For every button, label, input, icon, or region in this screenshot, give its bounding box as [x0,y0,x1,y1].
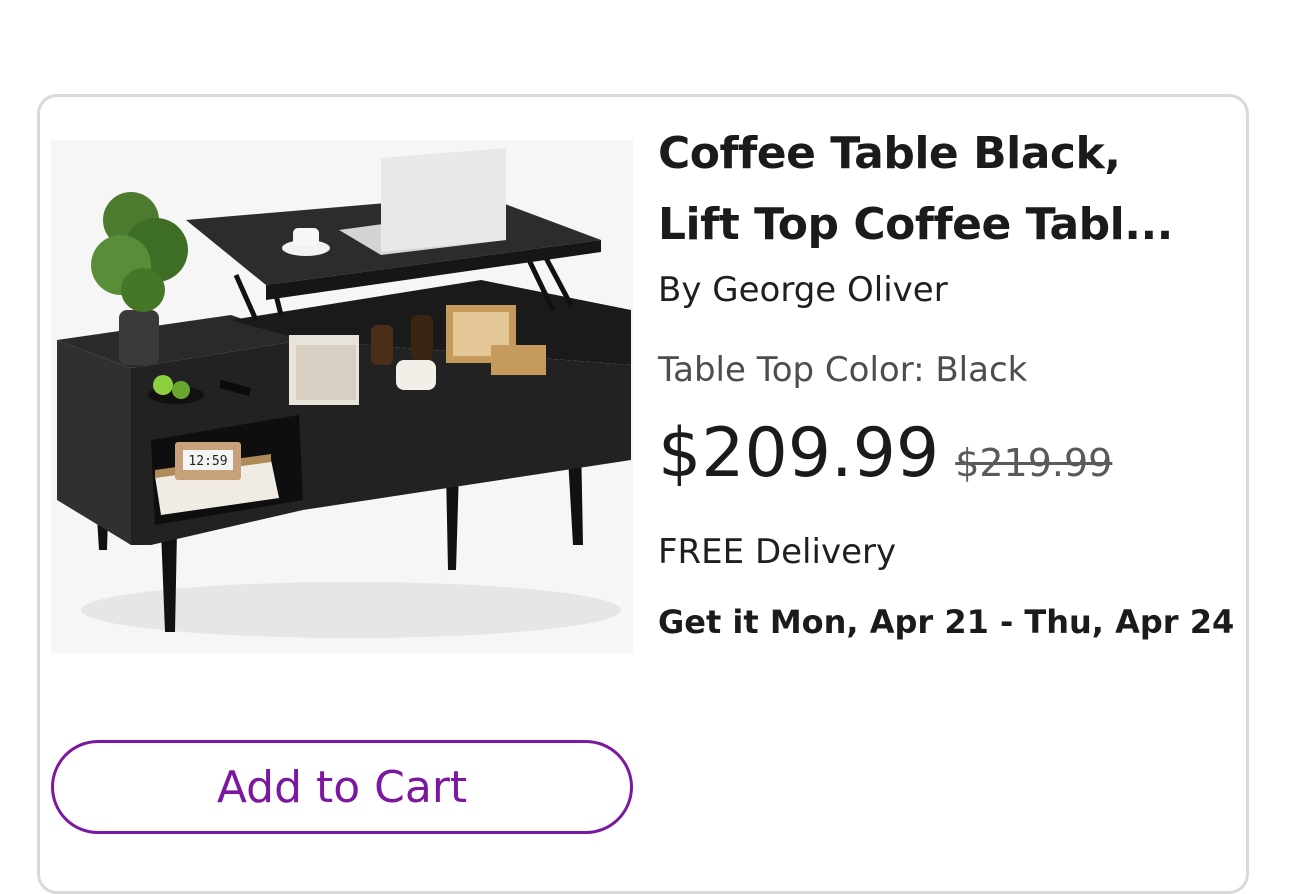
brand-link[interactable]: By George Oliver [658,270,1238,310]
product-title[interactable]: Coffee Table Black, Lift Top Coffee Tabl… [658,118,1218,260]
product-image[interactable]: 12:59 [51,140,633,653]
add-to-cart-button[interactable]: Add to Cart [51,740,633,834]
price-row: $209.99 $219.99 [658,416,1238,492]
color-option: Table Top Color: Black [658,350,1028,390]
delivery-label: FREE Delivery [658,532,897,572]
product-title-line-1: Coffee Table Black, [658,128,1121,179]
clock-text: 12:59 [188,454,227,469]
product-info: Coffee Table Black, Lift Top Coffee Tabl… [658,118,1238,642]
product-title-line-2: Lift Top Coffee Tabl... [658,199,1173,250]
current-price: $209.99 [658,414,940,493]
original-price: $219.99 [955,441,1113,485]
delivery-eta: Get it Mon, Apr 21 - Thu, Apr 24 [658,603,1235,641]
coffee-table-illustration: 12:59 [57,148,631,638]
